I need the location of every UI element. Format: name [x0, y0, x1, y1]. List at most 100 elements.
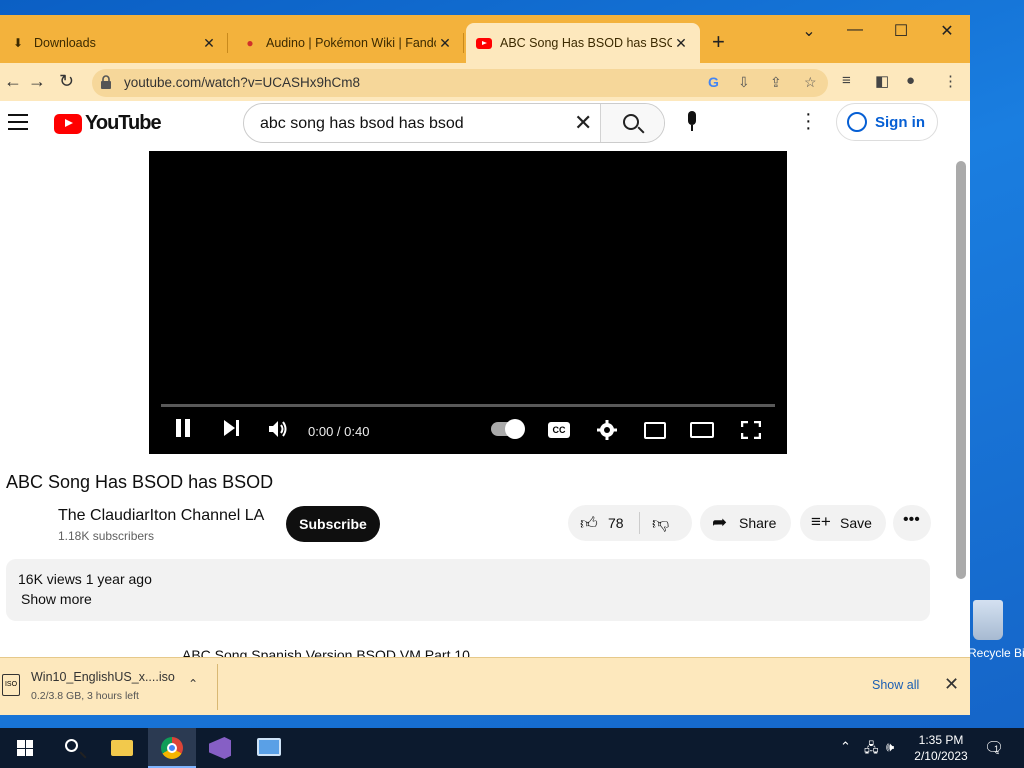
browser-toolbar: ← → ↻ youtube.com/watch?v=UCASHx9hCm8 G … [0, 63, 970, 101]
settings-menu-icon[interactable]: · · · [805, 104, 812, 138]
recycle-bin-label: Recycle Bin [968, 646, 1024, 660]
time-display: 0:00 / 0:40 [308, 424, 370, 439]
download-status: 0.2/3.8 GB, 3 hours left [31, 690, 139, 702]
chrome-menu-icon[interactable]: ⋮ [943, 72, 958, 90]
maximize-button[interactable]: ☐ [881, 21, 921, 41]
youtube-logo[interactable]: YouTube [54, 112, 162, 135]
divider [639, 512, 640, 534]
menu-icon[interactable] [8, 114, 28, 135]
side-panel-icon[interactable]: ◧ [875, 72, 889, 90]
folder-icon [111, 740, 133, 756]
views-and-date: 16K views 1 year ago [18, 571, 152, 587]
new-tab-button[interactable]: + [712, 29, 725, 55]
share-arrow-icon: ➦ [712, 512, 728, 532]
clock-date: 2/10/2023 [914, 749, 968, 763]
subscriber-count: 1.18K subscribers [58, 529, 155, 543]
share-button[interactable]: ➦ Share [700, 505, 791, 541]
visual-studio-button[interactable] [196, 728, 244, 768]
forward-button[interactable]: → [28, 71, 46, 92]
save-button[interactable]: ≡+ Save [800, 505, 886, 541]
search-input[interactable]: abc song has bsod has bsod [260, 115, 464, 133]
thumbs-down-icon[interactable]: 👎︎ [652, 513, 669, 534]
visual-studio-icon [209, 737, 231, 759]
download-shelf: ISO Win10_EnglishUS_x....iso 0.2/3.8 GB,… [0, 657, 970, 715]
voice-search-icon[interactable] [686, 111, 698, 133]
progress-bar[interactable] [161, 404, 775, 407]
tab-audino[interactable]: ● Audino | Pokémon Wiki | Fandom ✕ [232, 23, 464, 63]
share-icon[interactable]: ⇪ [770, 74, 782, 91]
youtube-logo-icon [54, 113, 82, 134]
tab-downloads[interactable]: ⬇ Downloads ✕ [0, 23, 228, 63]
media-control-icon[interactable]: ≡ [842, 72, 851, 89]
google-lens-icon[interactable]: G [708, 74, 719, 90]
install-app-icon[interactable]: ⇩ [738, 74, 750, 91]
sign-in-button[interactable]: Sign in [836, 103, 938, 141]
like-dislike-group: 👍︎ 78 👎︎ [568, 505, 692, 541]
close-window-button[interactable]: ✕ [927, 21, 967, 41]
close-tab-icon[interactable]: ✕ [672, 35, 690, 52]
close-tab-icon[interactable]: ✕ [436, 35, 454, 52]
profile-icon[interactable]: ● [906, 72, 915, 89]
lock-icon [101, 75, 111, 89]
minimize-button[interactable]: — [835, 21, 875, 39]
search-button[interactable] [600, 104, 664, 142]
chrome-icon [161, 737, 183, 759]
close-tab-icon[interactable]: ✕ [200, 35, 218, 52]
file-explorer-button[interactable] [98, 728, 146, 768]
captions-icon[interactable]: CC [548, 422, 570, 438]
tab-title: Audino | Pokémon Wiki | Fandom [266, 36, 436, 50]
remote-desktop-button[interactable] [245, 728, 293, 768]
tab-title: Downloads [34, 36, 96, 50]
back-button[interactable]: ← [4, 71, 22, 92]
pokeball-icon: ● [246, 36, 254, 50]
youtube-header: YouTube abc song has bsod has bsod ✕ · · ·… [0, 101, 970, 151]
next-button[interactable] [222, 419, 240, 442]
close-shelf-icon[interactable]: ✕ [944, 674, 959, 695]
autoplay-toggle[interactable] [491, 419, 525, 439]
notifications-icon[interactable]: 🗨 1 [984, 738, 1004, 758]
recycle-bin-icon [973, 600, 1003, 640]
thumbs-up-icon[interactable]: 👍︎ [580, 513, 598, 534]
more-actions-button[interactable]: ••• [893, 505, 931, 541]
chevron-up-icon[interactable]: ⌄ [188, 676, 198, 690]
notification-count: 1 [994, 744, 1000, 754]
windows-logo-icon [17, 740, 33, 756]
like-count[interactable]: 78 [608, 515, 624, 531]
chrome-taskbar-button[interactable] [148, 728, 196, 768]
url-text: youtube.com/watch?v=UCASHx9hCm8 [124, 75, 360, 90]
subscribe-button[interactable]: Subscribe [286, 506, 380, 542]
video-player[interactable]: 0:00 / 0:40 CC [149, 151, 787, 454]
bookmark-star-icon[interactable]: ☆ [804, 74, 817, 91]
address-bar[interactable]: youtube.com/watch?v=UCASHx9hCm8 G ⇩ ⇪ ☆ [92, 69, 828, 97]
settings-gear-icon[interactable] [596, 419, 618, 446]
theater-mode-icon[interactable] [690, 422, 714, 438]
clear-search-icon[interactable]: ✕ [574, 110, 592, 136]
search-icon [65, 739, 78, 752]
chevron-up-icon[interactable]: ⌃ [840, 739, 851, 755]
youtube-logo-text: YouTube [85, 112, 162, 134]
miniplayer-icon[interactable] [644, 422, 666, 439]
video-title: ABC Song Has BSOD has BSOD [6, 472, 274, 492]
tab-search-button[interactable]: ⌄ [789, 21, 829, 41]
reload-button[interactable]: ↻ [59, 71, 74, 92]
fullscreen-icon[interactable] [740, 420, 762, 444]
show-all-link[interactable]: Show all [872, 678, 919, 692]
search-taskbar-button[interactable] [48, 728, 96, 768]
show-more-link[interactable]: Show more [21, 591, 92, 607]
network-icon[interactable]: 🖧 [864, 739, 879, 761]
description-box[interactable]: 16K views 1 year ago Show more [6, 559, 930, 621]
volume-icon[interactable]: 🕪 [886, 739, 894, 755]
tab-youtube[interactable]: ABC Song Has BSOD has BSOD ✕ [466, 23, 700, 63]
page-scrollbar[interactable] [956, 161, 966, 579]
volume-icon[interactable] [268, 419, 290, 444]
playlist-add-icon: ≡+ [811, 512, 831, 531]
search-icon [623, 114, 639, 130]
system-clock[interactable]: 1:35 PM 2/10/2023 [908, 732, 974, 764]
more-horizontal-icon: ••• [903, 511, 920, 528]
search-box[interactable]: abc song has bsod has bsod ✕ [243, 103, 665, 143]
start-button[interactable] [0, 728, 48, 768]
taskbar: ⌃ 🖧 🕪 1:35 PM 2/10/2023 🗨 1 [0, 728, 1024, 768]
download-filename[interactable]: Win10_EnglishUS_x....iso [31, 670, 175, 684]
tab-strip: ⬇ Downloads ✕ ● Audino | Pokémon Wiki | … [0, 15, 970, 63]
channel-name[interactable]: The ClaudiarIton Channel LA [58, 507, 264, 525]
